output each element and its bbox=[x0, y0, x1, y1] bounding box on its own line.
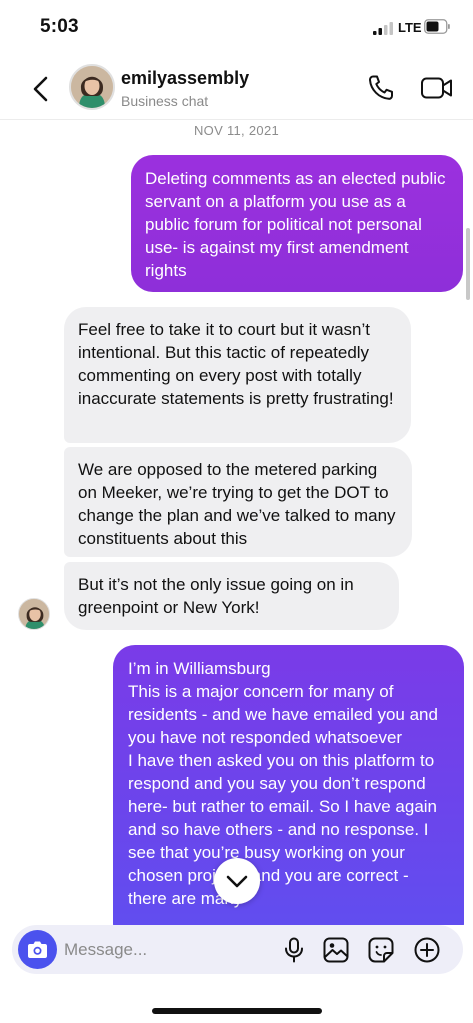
chat-header: emilyassembly Business chat bbox=[0, 58, 473, 120]
scroll-to-bottom-button[interactable] bbox=[214, 858, 260, 904]
gallery-icon[interactable] bbox=[322, 936, 350, 964]
message-bubble-outgoing[interactable]: Deleting comments as an elected public s… bbox=[131, 155, 463, 292]
battery-icon bbox=[424, 19, 450, 34]
status-bar: 5:03 LTE bbox=[0, 0, 473, 58]
back-icon[interactable] bbox=[28, 74, 54, 104]
add-icon[interactable] bbox=[413, 936, 441, 964]
message-input[interactable] bbox=[64, 939, 264, 961]
network-label: LTE bbox=[398, 20, 422, 35]
chevron-down-icon bbox=[226, 875, 248, 888]
message-bubble-incoming[interactable]: But it’s not the only issue going on in … bbox=[64, 562, 399, 630]
phone-icon[interactable] bbox=[366, 73, 396, 103]
video-icon[interactable] bbox=[420, 74, 454, 102]
chat-type-label: Business chat bbox=[121, 93, 209, 109]
date-separator: NOV 11, 2021 bbox=[193, 123, 280, 138]
contact-name[interactable]: emilyassembly bbox=[121, 68, 249, 89]
status-time: 5:03 bbox=[40, 16, 79, 37]
signal-icon bbox=[373, 22, 393, 35]
sender-avatar[interactable] bbox=[18, 598, 50, 630]
message-bubble-incoming[interactable]: We are opposed to the metered parking on… bbox=[64, 447, 412, 557]
message-bubble-incoming[interactable]: Feel free to take it to court but it was… bbox=[64, 307, 411, 443]
camera-icon bbox=[28, 941, 47, 958]
scrollbar[interactable] bbox=[466, 228, 470, 300]
microphone-icon[interactable] bbox=[280, 936, 308, 964]
avatar[interactable] bbox=[69, 64, 115, 110]
message-bubble-outgoing[interactable]: I’m in Williamsburg This is a major conc… bbox=[113, 645, 464, 925]
sticker-icon[interactable] bbox=[367, 936, 395, 964]
camera-button[interactable] bbox=[18, 930, 57, 969]
message-thread[interactable]: NOV 11, 2021 Deleting comments as an ele… bbox=[0, 120, 473, 925]
message-composer bbox=[12, 925, 463, 974]
home-indicator[interactable] bbox=[152, 1008, 322, 1014]
message-text: I’m in Williamsburg This is a major conc… bbox=[128, 659, 438, 908]
